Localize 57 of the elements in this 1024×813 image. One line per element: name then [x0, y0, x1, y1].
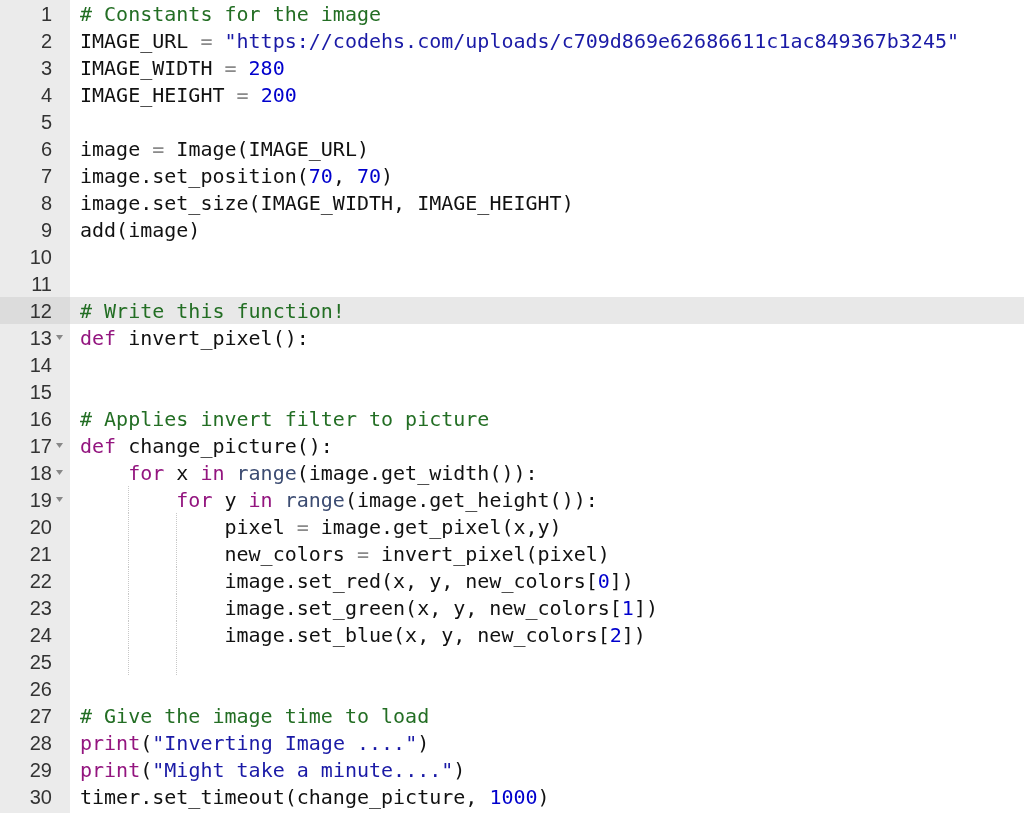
code-line: print("Might take a minute....") [80, 759, 466, 780]
fold-arrow-icon[interactable] [56, 497, 63, 502]
line-number: 21 [28, 543, 52, 564]
code-line: image.set_size(IMAGE_WIDTH, IMAGE_HEIGHT) [80, 192, 574, 213]
fold-arrow-icon[interactable] [56, 335, 63, 340]
line-number: 18 [28, 462, 52, 483]
code-line: pixel = image.get_pixel(x,y) [224, 516, 562, 537]
line-number: 20 [28, 516, 52, 537]
code-line: # Give the image time to load [80, 705, 430, 726]
code-line: image.set_blue(x, y, new_colors[2]) [224, 624, 646, 645]
line-number: 23 [28, 597, 52, 618]
line-number: 28 [28, 732, 52, 753]
code-line: for x in range(image.get_width()): [128, 462, 538, 483]
line-number: 26 [28, 678, 52, 699]
code-line: def invert_pixel(): [80, 327, 309, 348]
line-number: 16 [28, 408, 52, 429]
line-number: 4 [39, 84, 52, 105]
line-number: 5 [39, 111, 52, 132]
line-number: 12 [28, 300, 52, 321]
code-line: IMAGE_HEIGHT = 200 [80, 84, 297, 105]
code-line: new_colors = invert_pixel(pixel) [224, 543, 610, 564]
line-number: 19 [28, 489, 52, 510]
line-number: 8 [39, 192, 52, 213]
code-line: image = Image(IMAGE_URL) [80, 138, 369, 159]
line-number: 10 [28, 246, 52, 267]
code-line: IMAGE_WIDTH = 280 [80, 57, 285, 78]
line-number: 22 [28, 570, 52, 591]
line-number: 13 [28, 327, 52, 348]
fold-arrow-icon[interactable] [56, 470, 63, 475]
line-number: 1 [39, 3, 52, 24]
line-number: 9 [39, 219, 52, 240]
line-number: 6 [39, 138, 52, 159]
code-line: # Applies invert filter to picture [80, 408, 490, 429]
code-line: # Write this function! [80, 300, 345, 321]
code-line: timer.set_timeout(change_picture, 1000) [80, 786, 550, 807]
line-number: 3 [39, 57, 52, 78]
code-line: image.set_green(x, y, new_colors[1]) [224, 597, 658, 618]
fold-arrow-icon[interactable] [56, 443, 63, 448]
line-number: 7 [39, 165, 52, 186]
line-number: 25 [28, 651, 52, 672]
line-number: 11 [30, 273, 52, 294]
code-line: image.set_position(70, 70) [80, 165, 394, 186]
line-number: 27 [28, 705, 52, 726]
code-line: # Constants for the image [80, 3, 382, 24]
code-line: for y in range(image.get_height()): [176, 489, 598, 510]
line-number: 2 [39, 30, 52, 51]
code-line: image.set_red(x, y, new_colors[0]) [224, 570, 634, 591]
line-number: 29 [28, 759, 52, 780]
code-line: IMAGE_URL = "https://codehs.com/uploads/c709d869e62686611c1ac849367b3245" [80, 30, 959, 51]
line-number: 30 [28, 786, 52, 807]
line-number: 24 [28, 624, 52, 645]
line-number: 14 [28, 354, 52, 375]
code-line: def change_picture(): [80, 435, 333, 456]
code-line: add(image) [80, 219, 201, 240]
code-line: print("Inverting Image ....") [80, 732, 430, 753]
line-number: 17 [28, 435, 52, 456]
line-number: 15 [28, 381, 52, 402]
